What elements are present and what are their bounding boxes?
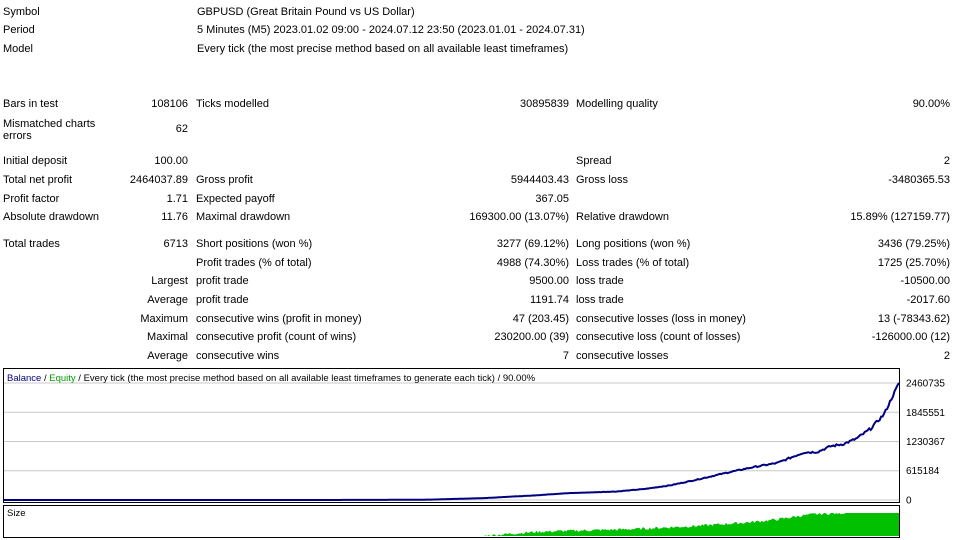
- graph-legend: Balance / Equity / Every tick (the most …: [7, 373, 536, 384]
- stats-row-maximum: Maximum consecutive wins (profit in mone…: [0, 310, 960, 329]
- long-value: 3436 (79.25%): [877, 238, 950, 250]
- ptrades-value: 4988 (74.30%): [496, 257, 569, 269]
- maximum-label: Maximum: [140, 313, 188, 325]
- largest-lt-value: -10500.00: [900, 275, 950, 287]
- y-tick-labels: 0 615184 1230367 1845551 2460735: [906, 379, 945, 507]
- max-cw-value: 47 (203.45): [512, 313, 569, 325]
- gross-loss-label: Gross loss: [576, 174, 628, 186]
- model-value: Every tick (the most precise method base…: [197, 43, 569, 55]
- largest-label: Largest: [151, 275, 188, 287]
- rel-dd-label: Relative drawdown: [576, 211, 669, 223]
- average-lt-label: loss trade: [576, 294, 624, 306]
- ltrades-value: 1725 (25.70%): [877, 257, 950, 269]
- y-tick-label: 1230367: [906, 437, 945, 448]
- bars-value: 108106: [151, 98, 188, 110]
- main-plot-frame: [3, 368, 900, 503]
- average-lt-value: -2017.60: [906, 294, 950, 306]
- average2-label: Average: [147, 350, 188, 362]
- abs-dd-label: Absolute drawdown: [3, 211, 100, 223]
- maximal-label: Maximal: [147, 331, 188, 343]
- size-label: Size: [7, 508, 25, 519]
- max-cw-label: consecutive wins (profit in money): [196, 313, 362, 325]
- rel-dd-value: 15.89% (127159.77): [850, 211, 950, 223]
- quality-value: 90.00%: [912, 98, 950, 110]
- largest-pt-label: profit trade: [196, 275, 249, 287]
- ticks-value: 30895839: [520, 98, 569, 110]
- deposit-value: 100.00: [154, 155, 188, 167]
- symbol-label: Symbol: [3, 6, 40, 18]
- largest-lt-label: loss trade: [576, 275, 624, 287]
- avg-cw-label: consecutive wins: [196, 350, 280, 362]
- stats-row-drawdown: Absolute drawdown 11.76 Maximal drawdown…: [0, 208, 960, 227]
- max-cl-value: 13 (-78343.62): [877, 313, 950, 325]
- mismatch-value: 62: [175, 123, 188, 135]
- symbol-value: GBPUSD (Great Britain Pound vs US Dollar…: [197, 6, 415, 18]
- y-tick-label: 615184: [906, 466, 940, 477]
- net-value: 2464037.89: [129, 174, 188, 186]
- stats-row-deposit: Initial deposit 100.00 Spread 2: [0, 152, 960, 171]
- stats-row-average2: Average consecutive wins 7 consecutive l…: [0, 347, 960, 366]
- mismatch-label-line1: Mismatched charts: [3, 118, 96, 130]
- period-value: 5 Minutes (M5) 2023.01.02 09:00 - 2024.0…: [197, 24, 585, 36]
- ep-label: Expected payoff: [196, 193, 275, 205]
- legend-balance: Balance: [7, 373, 41, 384]
- largest-pt-value: 9500.00: [529, 275, 569, 287]
- max-dd-value: 169300.00 (13.07%): [469, 211, 569, 223]
- stats-row-pf: Profit factor 1.71 Expected payoff 367.0…: [0, 190, 960, 209]
- bars-label: Bars in test: [3, 98, 59, 110]
- pf-label: Profit factor: [3, 193, 60, 205]
- average-label: Average: [147, 294, 188, 306]
- gross-profit-label: Gross profit: [196, 174, 253, 186]
- spread-label: Spread: [576, 155, 612, 167]
- average-pt-label: profit trade: [196, 294, 249, 306]
- pf-value: 1.71: [166, 193, 188, 205]
- max-dd-label: Maximal drawdown: [196, 211, 291, 223]
- mxl-cl-value: -126000.00 (12): [871, 331, 950, 343]
- spread-value: 2: [943, 155, 950, 167]
- y-tick-label: 0: [906, 496, 912, 507]
- mismatch-label-line2: errors: [3, 130, 32, 142]
- stats-row-mismatch: Mismatched charts errors 62: [0, 117, 960, 143]
- short-label: Short positions (won %): [196, 238, 313, 250]
- stats-row-bars: Bars in test 108106 Ticks modelled 30895…: [0, 95, 960, 114]
- long-label: Long positions (won %): [576, 238, 691, 250]
- net-label: Total net profit: [3, 174, 73, 186]
- period-label: Period: [3, 24, 35, 36]
- stats-row-net: Total net profit 2464037.89 Gross profit…: [0, 171, 960, 190]
- ltrades-label: Loss trades (% of total): [576, 257, 690, 269]
- gross-profit-value: 5944403.43: [510, 174, 569, 186]
- mismatch-label: Mismatched charts errors: [3, 118, 95, 142]
- legend-rest: / Every tick (the most precise method ba…: [76, 373, 536, 384]
- trades-label: Total trades: [3, 238, 60, 250]
- stats-row-largest: Largest profit trade 9500.00 loss trade …: [0, 272, 960, 291]
- y-tick-label: 2460735: [906, 379, 945, 390]
- quality-label: Modelling quality: [576, 98, 658, 110]
- y-tick-label: 1845551: [906, 408, 945, 419]
- avg-cw-value: 7: [562, 350, 569, 362]
- stats-row-trades: Total trades 6713 Short positions (won %…: [0, 235, 960, 254]
- ep-value: 367.05: [535, 193, 569, 205]
- avg-cl-value: 2: [943, 350, 950, 362]
- short-value: 3277 (69.12%): [496, 238, 569, 250]
- trades-value: 6713: [163, 238, 188, 250]
- mxl-cp-label: consecutive profit (count of wins): [196, 331, 357, 343]
- avg-cl-label: consecutive losses: [576, 350, 669, 362]
- model-label: Model: [3, 43, 33, 55]
- balance-graph: 0 615184 1230367 1845551 2460735 Balance / E…: [3, 368, 945, 538]
- deposit-label: Initial deposit: [3, 155, 68, 167]
- stats-row-average: Average profit trade 1191.74 loss trade …: [0, 291, 960, 310]
- abs-dd-value: 11.76: [161, 211, 188, 223]
- ticks-label: Ticks modelled: [196, 98, 269, 110]
- average-pt-value: 1191.74: [530, 294, 569, 306]
- legend-equity: Equity: [49, 373, 76, 384]
- stats-row-maximal: Maximal consecutive profit (count of win…: [0, 328, 960, 347]
- gross-loss-value: -3480365.53: [888, 174, 950, 186]
- ptrades-label: Profit trades (% of total): [196, 257, 312, 269]
- stats-row-ptrades: Profit trades (% of total) 4988 (74.30%)…: [0, 254, 960, 273]
- legend-sep: /: [41, 373, 49, 384]
- mxl-cp-value: 230200.00 (39): [494, 331, 569, 343]
